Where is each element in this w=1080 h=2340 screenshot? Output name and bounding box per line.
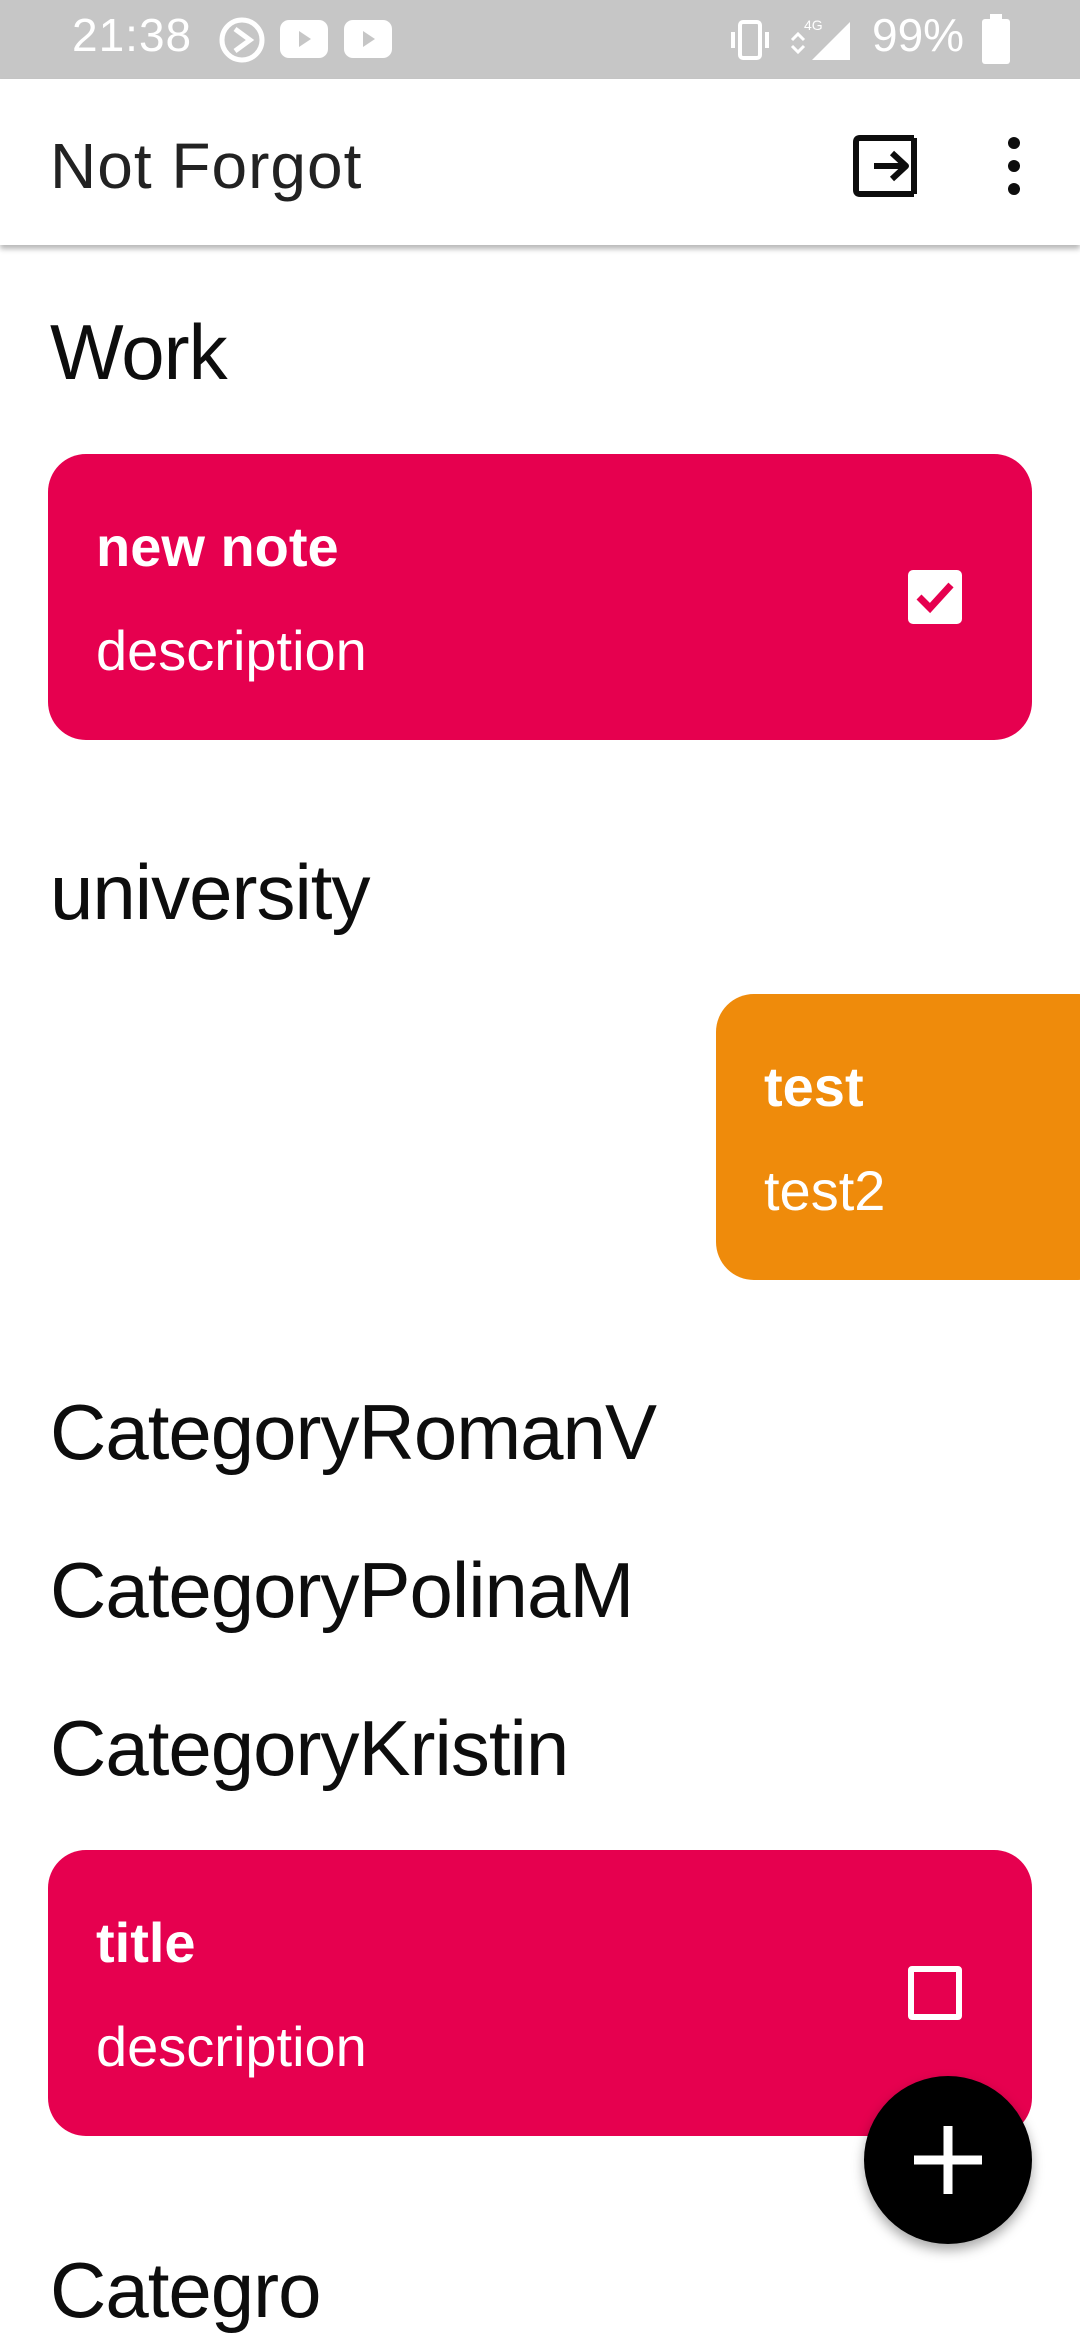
check-icon	[916, 582, 954, 614]
note-title: test	[764, 1055, 864, 1118]
note-card[interactable]: new note description	[48, 454, 1032, 740]
plus-icon	[914, 2126, 982, 2194]
sync-icon	[218, 16, 266, 69]
battery-percent: 99%	[872, 9, 965, 61]
youtube-icon	[280, 20, 328, 63]
status-time: 21:38	[72, 9, 193, 61]
network-label: 4G	[804, 17, 823, 33]
notes-list[interactable]: Work new note description university tes…	[0, 245, 1080, 2340]
note-checkbox[interactable]	[908, 1966, 962, 2020]
vibrate-icon	[728, 18, 772, 67]
app-bar: Not Forgot	[0, 79, 1080, 245]
category-header: university	[50, 848, 370, 936]
more-options-button[interactable]	[996, 131, 1032, 201]
more-vert-icon	[1008, 137, 1020, 195]
status-bar: 21:38 4G 99%	[0, 0, 1080, 79]
logout-icon	[853, 135, 917, 197]
category-header: CategoryPolinaM	[50, 1546, 634, 1634]
logout-button[interactable]	[852, 131, 922, 201]
app-title: Not Forgot	[50, 130, 363, 202]
category-header: CategoryRomanV	[50, 1388, 657, 1476]
note-card[interactable]: test test2	[716, 994, 1080, 1280]
note-title: new note	[96, 515, 339, 578]
note-description: test2	[764, 1159, 886, 1222]
note-checkbox[interactable]	[908, 570, 962, 624]
category-header: Work	[50, 308, 228, 396]
category-header: CategoryKristin	[50, 1704, 569, 1792]
battery-icon	[982, 14, 1010, 69]
note-description: description	[96, 2015, 367, 2078]
note-description: description	[96, 619, 367, 682]
signal-icon: 4G	[784, 14, 854, 69]
youtube-icon	[344, 20, 392, 63]
category-header: Categro	[50, 2246, 321, 2334]
note-title: title	[96, 1911, 196, 1974]
add-note-button[interactable]	[864, 2076, 1032, 2244]
